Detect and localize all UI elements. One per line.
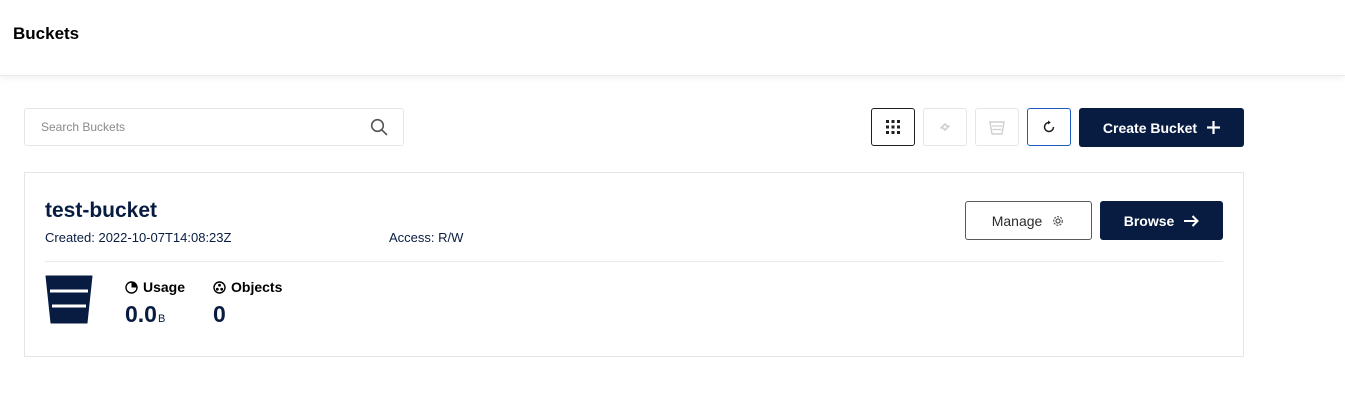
gear-icon xyxy=(1053,215,1064,226)
replicate-button[interactable] xyxy=(923,108,967,146)
page-title: Buckets xyxy=(13,24,80,43)
refresh-icon xyxy=(1043,120,1055,133)
plus-icon xyxy=(1207,121,1221,134)
arrow-right-icon xyxy=(1184,214,1200,227)
bucket-icon xyxy=(45,275,93,324)
browse-button[interactable]: Browse xyxy=(1100,201,1223,240)
card-divider xyxy=(45,261,1223,262)
grid-view-button[interactable] xyxy=(871,108,915,146)
create-bucket-label: Create Bucket xyxy=(1102,119,1198,136)
search-input[interactable] xyxy=(26,110,356,144)
bucket-access: Access: R/W xyxy=(389,230,464,245)
bucket-card[interactable]: test-bucket Created: 2022-10-07T14:08:23… xyxy=(24,172,1244,357)
objects-icon xyxy=(213,280,226,294)
create-bucket-button[interactable]: Create Bucket xyxy=(1079,108,1244,147)
browse-label: Browse xyxy=(1123,212,1175,229)
usage-label: Usage xyxy=(143,279,186,295)
delete-button[interactable] xyxy=(975,108,1019,146)
bucket-name[interactable]: test-bucket xyxy=(45,199,157,223)
pie-icon xyxy=(125,280,138,294)
refresh-button[interactable] xyxy=(1027,108,1071,146)
search-icon[interactable] xyxy=(370,118,388,136)
usage-stat: Usage 0.0B xyxy=(125,279,185,328)
objects-value: 0 xyxy=(213,301,226,327)
objects-label: Objects xyxy=(231,279,283,295)
grid-icon xyxy=(886,120,900,134)
replicate-icon xyxy=(940,122,950,132)
objects-stat: Objects 0 xyxy=(213,279,282,328)
delete-icon xyxy=(989,120,1005,135)
usage-unit: B xyxy=(157,313,166,325)
manage-button[interactable]: Manage xyxy=(965,201,1092,240)
manage-label: Manage xyxy=(991,212,1043,229)
bucket-created: Created: 2022-10-07T14:08:23Z xyxy=(45,230,232,245)
usage-value: 0.0 xyxy=(125,301,157,327)
page-header: Buckets xyxy=(0,0,1345,76)
search-box xyxy=(24,108,404,146)
